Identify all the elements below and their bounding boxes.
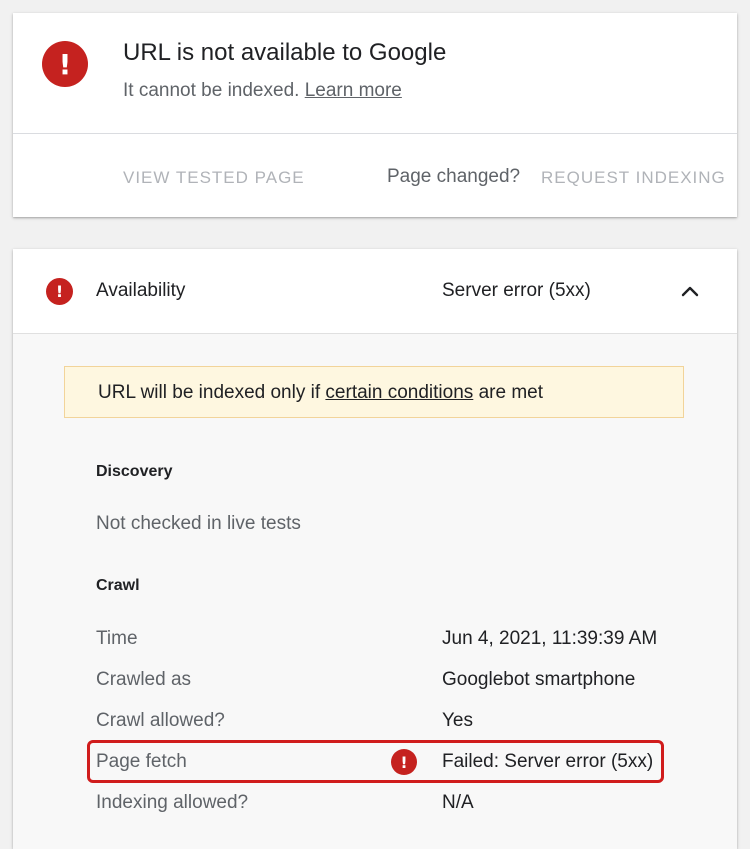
request-indexing-button[interactable]: REQUEST INDEXING <box>541 168 726 188</box>
view-tested-page-button[interactable]: VIEW TESTED PAGE <box>123 168 305 188</box>
status-subtitle: It cannot be indexed. Learn more <box>123 80 402 102</box>
crawl-row-value: Googlebot smartphone <box>442 669 636 690</box>
availability-card: ! Availability Server error (5xx) URL wi… <box>13 249 737 849</box>
status-title: URL is not available to Google <box>123 39 447 66</box>
indexing-notice: URL will be indexed only if certain cond… <box>64 366 684 418</box>
crawl-row-value: Failed: Server error (5xx) <box>442 751 654 772</box>
availability-label: Availability <box>96 280 186 301</box>
crawl-row-label: Crawl allowed? <box>96 710 225 731</box>
divider <box>13 133 737 134</box>
availability-status: Server error (5xx) <box>442 280 591 301</box>
error-icon: ! <box>46 278 73 305</box>
crawl-row-value: Jun 4, 2021, 11:39:39 AM <box>442 628 658 649</box>
crawl-row-label: Page fetch <box>96 751 187 772</box>
error-icon: ! <box>42 41 88 87</box>
discovery-value: Not checked in live tests <box>96 513 301 534</box>
notice-text: URL will be indexed only if certain cond… <box>98 382 543 404</box>
status-card: ! URL is not available to Google It cann… <box>13 13 737 217</box>
notice-prefix: URL will be indexed only if <box>98 382 321 403</box>
learn-more-link[interactable]: Learn more <box>305 80 402 101</box>
crawl-row-label: Indexing allowed? <box>96 792 249 813</box>
page-changed-label: Page changed? <box>387 166 521 187</box>
chevron-up-icon[interactable] <box>678 281 702 301</box>
discovery-heading: Discovery <box>96 463 173 480</box>
crawl-row-value: Yes <box>442 710 473 731</box>
notice-suffix: are met <box>478 382 543 403</box>
crawl-row-value: N/A <box>442 792 474 813</box>
certain-conditions-link[interactable]: certain conditions <box>325 382 473 403</box>
error-icon: ! <box>391 749 417 775</box>
status-subtitle-text: It cannot be indexed. <box>123 80 300 101</box>
availability-header[interactable]: ! Availability Server error (5xx) <box>13 249 737 334</box>
crawl-row-label: Time <box>96 628 138 649</box>
crawl-row-label: Crawled as <box>96 669 192 690</box>
crawl-heading: Crawl <box>96 577 140 594</box>
